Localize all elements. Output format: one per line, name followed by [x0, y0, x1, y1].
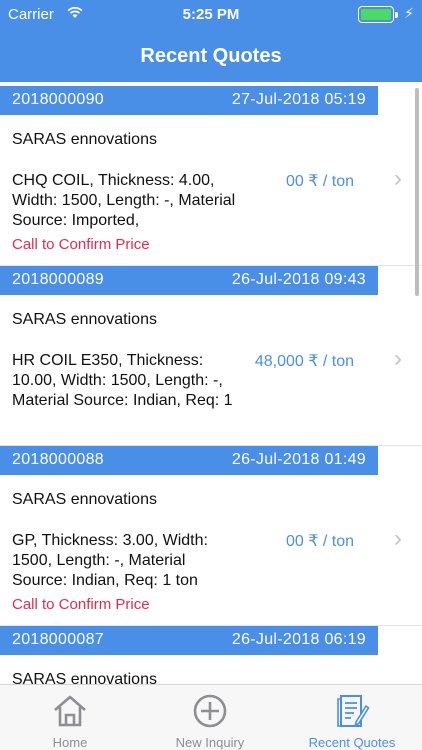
quote-price: 48,000 ₹ / ton — [254, 353, 354, 370]
quote-price: 00 ₹ / ton — [286, 533, 354, 550]
quote-description: HR COIL E350, Thickness: 10.00, Width: 1… — [12, 352, 233, 409]
status-bar: Carrier 5:25 PM ⚡︎ — [0, 0, 422, 32]
quote-id: 2018000089 — [12, 271, 104, 288]
quote-row[interactable]: 2018000088 26-Jul-2018 01:49 SARAS ennov… — [0, 446, 422, 626]
company-name: SARAS ennovations — [12, 131, 157, 148]
quote-row[interactable]: 2018000090 27-Jul-2018 05:19 SARAS ennov… — [0, 86, 422, 266]
company-name: SARAS ennovations — [12, 671, 157, 684]
call-to-confirm-link[interactable]: Call to Confirm Price — [12, 596, 150, 613]
tab-bar: Home New Inquiry Recent Quotes — [0, 684, 422, 750]
quote-description: GP, Thickness: 3.00, Width: 1500, Length… — [12, 532, 208, 589]
scrollbar[interactable] — [415, 88, 419, 296]
quote-id: 2018000090 — [12, 91, 104, 108]
nav-bar: Recent Quotes — [0, 32, 422, 82]
quote-date: 26-Jul-2018 06:19 — [231, 631, 366, 648]
page-title: Recent Quotes — [140, 45, 282, 67]
company-name: SARAS ennovations — [12, 491, 157, 508]
tab-home[interactable]: Home — [0, 685, 140, 750]
quote-id: 2018000087 — [12, 631, 104, 648]
chevron-right-icon[interactable]: › — [394, 525, 402, 553]
tab-label: Recent Quotes — [308, 735, 396, 750]
charging-bolt-icon: ⚡︎ — [404, 5, 414, 21]
quote-date: 26-Jul-2018 09:43 — [231, 271, 366, 288]
quote-id: 2018000088 — [12, 451, 104, 468]
home-icon — [54, 695, 86, 727]
battery-icon — [358, 6, 394, 23]
quote-header: 2018000090 27-Jul-2018 05:19 — [0, 86, 378, 115]
tab-recent-quotes[interactable]: Recent Quotes — [282, 685, 422, 750]
quote-header: 2018000089 26-Jul-2018 09:43 — [0, 266, 378, 295]
quote-date: 26-Jul-2018 01:49 — [231, 451, 366, 468]
quote-row[interactable]: 2018000089 26-Jul-2018 09:43 SARAS ennov… — [0, 266, 422, 446]
quotes-document-icon — [337, 695, 370, 727]
chevron-right-icon[interactable]: › — [394, 165, 402, 193]
quotes-list[interactable]: 2018000090 27-Jul-2018 05:19 SARAS ennov… — [0, 86, 422, 684]
quote-header: 2018000087 26-Jul-2018 06:19 — [0, 626, 378, 655]
quote-description: CHQ COIL, Thickness: 4.00, Width: 1500, … — [12, 172, 236, 229]
tab-new-inquiry[interactable]: New Inquiry — [140, 685, 280, 750]
tab-label: Home — [52, 735, 88, 750]
chevron-right-icon[interactable]: › — [394, 345, 402, 373]
plus-circle-icon — [193, 694, 227, 728]
battery-cap — [395, 12, 398, 18]
quote-date: 27-Jul-2018 05:19 — [231, 91, 366, 108]
quote-row[interactable]: 2018000087 26-Jul-2018 06:19 SARAS ennov… — [0, 626, 422, 684]
company-name: SARAS ennovations — [12, 311, 157, 328]
tab-label: New Inquiry — [175, 735, 245, 750]
quote-header: 2018000088 26-Jul-2018 01:49 — [0, 446, 378, 475]
call-to-confirm-link[interactable]: Call to Confirm Price — [12, 236, 150, 253]
quote-price: 00 ₹ / ton — [286, 173, 354, 190]
